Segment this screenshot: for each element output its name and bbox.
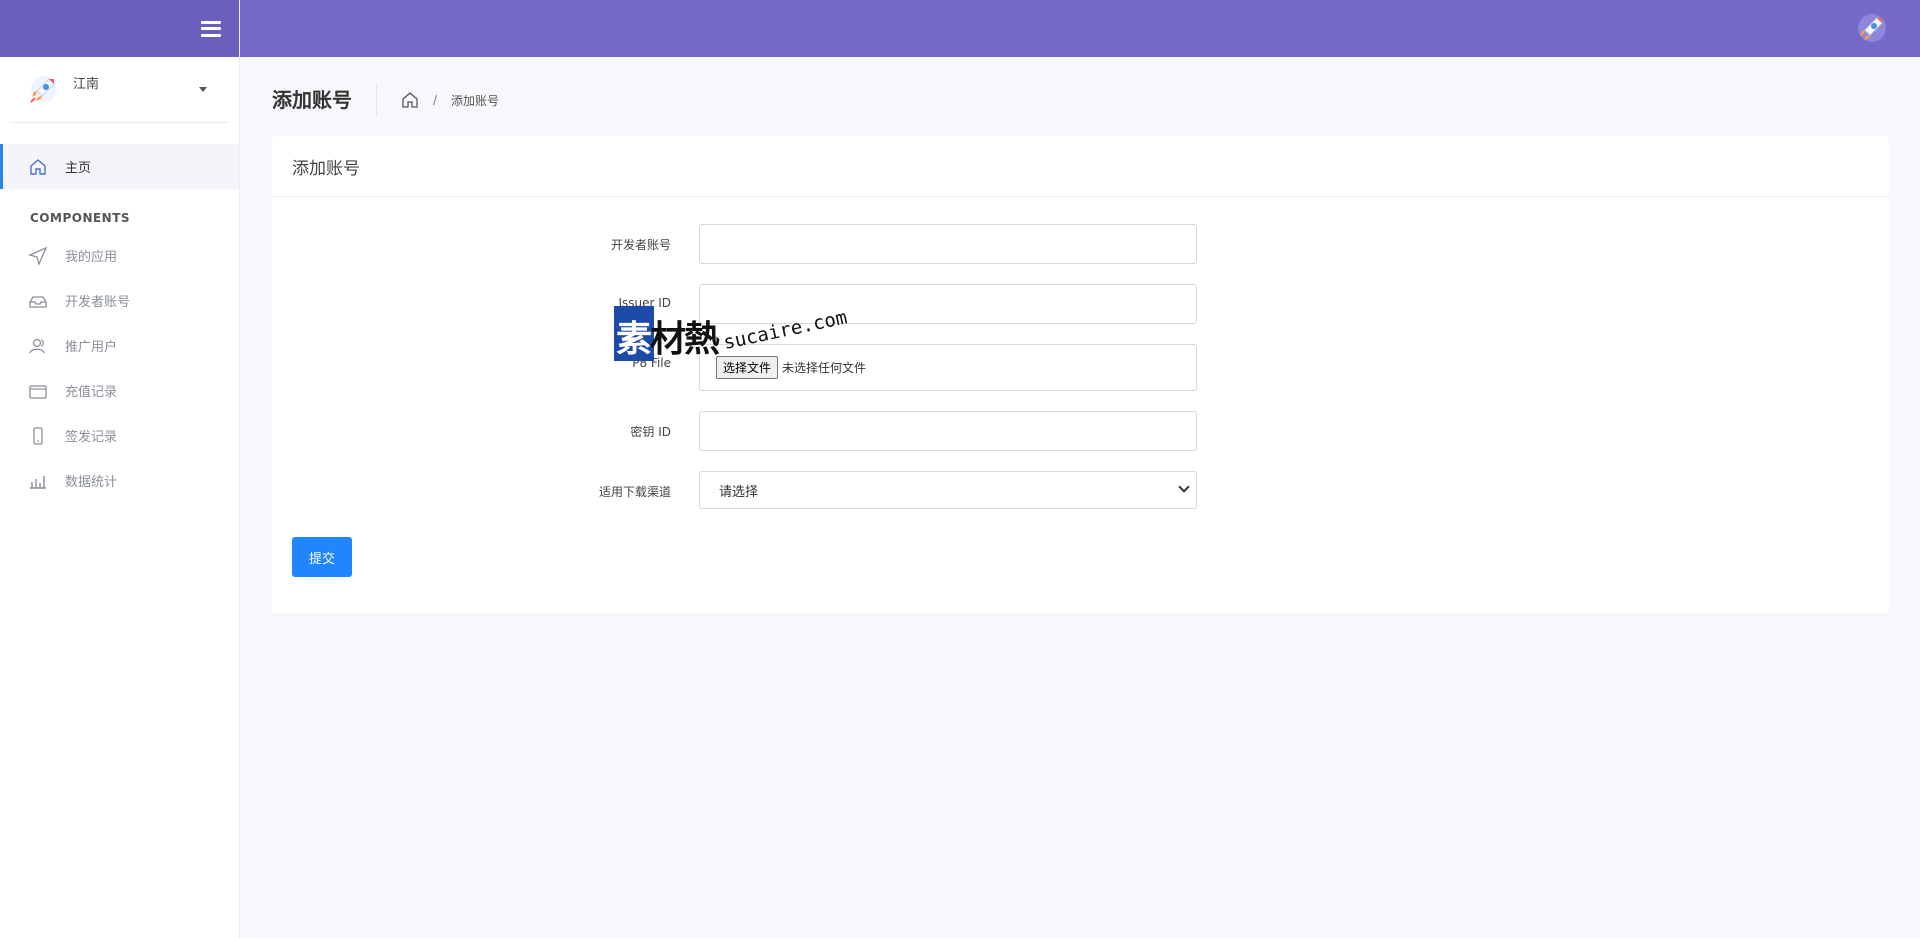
user-name: 江南 bbox=[73, 77, 100, 92]
inbox-icon bbox=[29, 295, 47, 308]
sidebar-item-label: 我的应用 bbox=[65, 250, 118, 265]
channel-select[interactable]: 请选择 bbox=[699, 471, 1197, 509]
issuer-id-input[interactable] bbox=[699, 284, 1197, 324]
wallet-icon bbox=[29, 384, 47, 399]
file-status-text: 未选择任何文件 bbox=[782, 361, 867, 375]
user-dropdown-caret-icon[interactable] bbox=[199, 87, 207, 92]
page-header: 添加账号 / 添加账号 bbox=[272, 83, 499, 117]
sidebar-item-recharge-records[interactable]: 充值记录 bbox=[0, 368, 239, 413]
choose-file-button[interactable]: 选择文件 bbox=[716, 356, 779, 379]
card-title: 添加账号 bbox=[272, 136, 1889, 197]
sidebar-item-label: 充值记录 bbox=[65, 385, 118, 400]
rocket-avatar-icon bbox=[30, 76, 57, 103]
key-id-label: 密钥 ID bbox=[630, 425, 671, 439]
sidebar-item-developer-accounts[interactable]: 开发者账号 bbox=[0, 278, 239, 323]
rocket-profile-icon[interactable] bbox=[1854, 10, 1890, 46]
breadcrumb-current: 添加账号 bbox=[451, 93, 500, 108]
sidebar-item-home[interactable]: 主页 bbox=[0, 144, 239, 189]
chevron-down-icon bbox=[1178, 481, 1190, 493]
developer-account-input[interactable] bbox=[699, 224, 1197, 264]
page-title: 添加账号 bbox=[272, 83, 377, 117]
key-id-input[interactable] bbox=[699, 411, 1197, 451]
sidebar-item-label: 推广用户 bbox=[65, 340, 118, 355]
issuer-id-label: Issuer ID bbox=[618, 296, 671, 310]
bar-chart-icon bbox=[30, 475, 46, 489]
channel-select-value: 请选择 bbox=[719, 484, 759, 500]
sidebar-item-label: 签发记录 bbox=[65, 430, 118, 445]
sidebar-item-signing-records[interactable]: 签发记录 bbox=[0, 413, 239, 458]
submit-button[interactable]: 提交 bbox=[292, 537, 352, 577]
sidebar-header bbox=[0, 0, 239, 57]
sidebar-item-statistics[interactable]: 数据统计 bbox=[0, 458, 239, 503]
breadcrumb-separator: / bbox=[433, 93, 438, 107]
users-icon bbox=[29, 338, 45, 353]
main-content: 添加账号 / 添加账号 添加账号 开发者账号 Issuer ID P8 File… bbox=[240, 57, 1920, 938]
breadcrumb: / 添加账号 bbox=[401, 91, 499, 109]
sidebar-item-promoted-users[interactable]: 推广用户 bbox=[0, 323, 239, 368]
user-panel: 江南 bbox=[10, 57, 229, 123]
breadcrumb-home-icon[interactable] bbox=[401, 91, 419, 109]
send-icon bbox=[28, 246, 48, 266]
sidebar-item-label: 主页 bbox=[65, 161, 92, 176]
sidebar-item-label: 数据统计 bbox=[65, 475, 118, 490]
p8-file-input[interactable]: 选择文件 未选择任何文件 bbox=[699, 344, 1197, 391]
menu-toggle-icon[interactable] bbox=[201, 20, 221, 37]
p8-file-label: P8 File bbox=[632, 356, 671, 370]
phone-icon bbox=[33, 426, 43, 445]
sidebar-item-label: 开发者账号 bbox=[65, 295, 131, 310]
sidebar-nav: 主页 COMPONENTS 我的应用 开发者账号 推广用户 充值记录 签发记录 … bbox=[0, 144, 239, 503]
nav-section-label: COMPONENTS bbox=[30, 211, 131, 225]
home-icon bbox=[30, 158, 46, 175]
sidebar: 江南 主页 COMPONENTS 我的应用 开发者账号 推广用户 充值记录 签发… bbox=[0, 0, 240, 938]
form-card: 添加账号 开发者账号 Issuer ID P8 File 选择文件 未选择任何文… bbox=[272, 136, 1889, 614]
sidebar-item-my-apps[interactable]: 我的应用 bbox=[0, 233, 239, 278]
channel-label: 适用下载渠道 bbox=[598, 485, 671, 499]
top-bar bbox=[240, 0, 1920, 57]
developer-account-label: 开发者账号 bbox=[610, 238, 671, 252]
